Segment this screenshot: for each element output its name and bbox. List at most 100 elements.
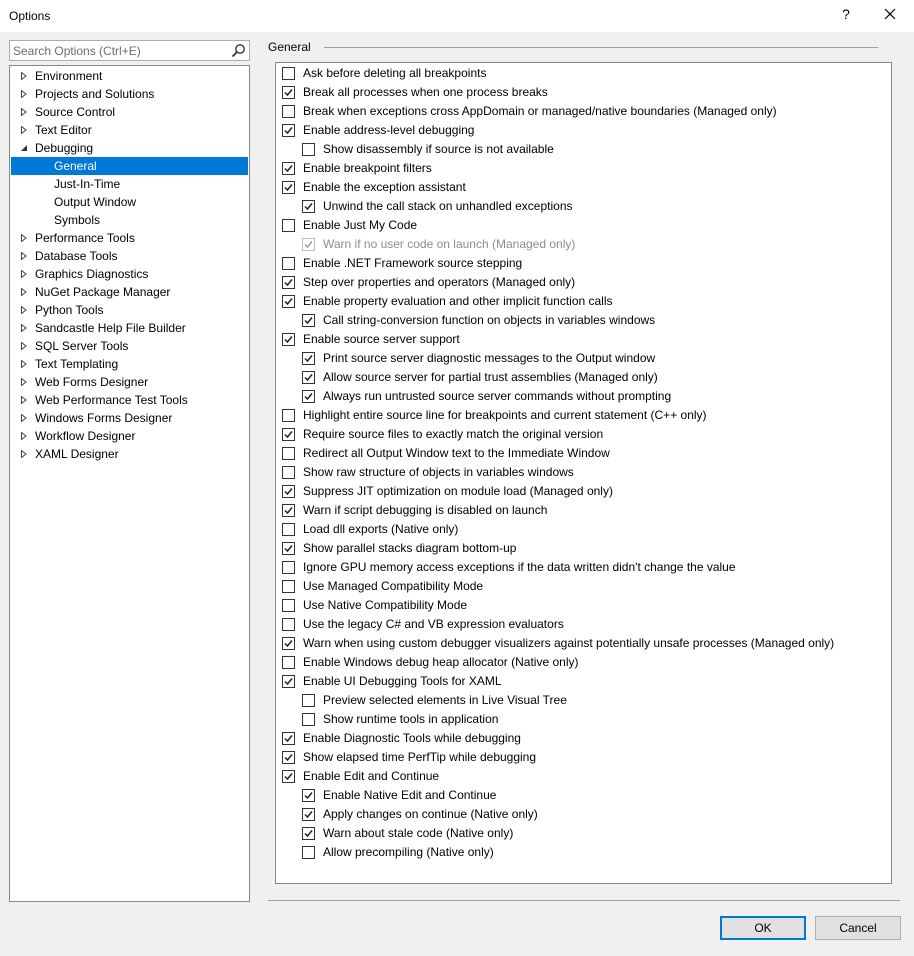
collapsed-arrow-icon[interactable]: [20, 324, 28, 332]
option-checkbox[interactable]: [282, 409, 295, 422]
option-checkbox[interactable]: [302, 827, 315, 840]
tree-item[interactable]: Graphics Diagnostics: [11, 265, 248, 283]
option-checkbox[interactable]: [282, 181, 295, 194]
option-checkbox[interactable]: [282, 105, 295, 118]
option-checkbox[interactable]: [302, 371, 315, 384]
collapsed-arrow-icon[interactable]: [20, 342, 28, 350]
collapsed-arrow-icon[interactable]: [20, 72, 28, 80]
tree-item[interactable]: Sandcastle Help File Builder: [11, 319, 248, 337]
option-checkbox[interactable]: [302, 143, 315, 156]
search-input[interactable]: [10, 41, 230, 60]
tree-item[interactable]: Text Templating: [11, 355, 248, 373]
option-checkbox[interactable]: [282, 257, 295, 270]
tree-item[interactable]: Database Tools: [11, 247, 248, 265]
option-checkbox[interactable]: [282, 162, 295, 175]
tree-item[interactable]: Windows Forms Designer: [11, 409, 248, 427]
option-checkbox[interactable]: [302, 390, 315, 403]
tree-item-label: Symbols: [54, 213, 101, 227]
option-checkbox[interactable]: [302, 694, 315, 707]
option-checkbox[interactable]: [302, 846, 315, 859]
collapsed-arrow-icon[interactable]: [20, 288, 28, 296]
checkmark-icon: [304, 317, 313, 325]
tree-item[interactable]: General: [11, 157, 248, 175]
option-checkbox[interactable]: [302, 808, 315, 821]
tree-item[interactable]: Text Editor: [11, 121, 248, 139]
option-checkbox[interactable]: [282, 732, 295, 745]
option-label: Enable the exception assistant: [303, 180, 466, 194]
option-checkbox[interactable]: [282, 124, 295, 137]
tree-item[interactable]: Debugging: [11, 139, 248, 157]
collapsed-arrow-icon[interactable]: [20, 450, 28, 458]
collapsed-arrow-icon[interactable]: [20, 396, 28, 404]
tree-item[interactable]: Workflow Designer: [11, 427, 248, 445]
ok-button[interactable]: OK: [720, 916, 806, 940]
option-checkbox[interactable]: [282, 675, 295, 688]
collapsed-arrow-icon[interactable]: [20, 108, 28, 116]
option-label: Highlight entire source line for breakpo…: [303, 408, 707, 422]
collapsed-arrow-icon[interactable]: [20, 414, 28, 422]
tree-item[interactable]: Web Performance Test Tools: [11, 391, 248, 409]
option-checkbox[interactable]: [302, 314, 315, 327]
section-divider: [324, 47, 878, 48]
option-label: Enable breakpoint filters: [303, 161, 432, 175]
option-checkbox[interactable]: [282, 599, 295, 612]
expanded-arrow-icon[interactable]: [20, 144, 28, 152]
tree-item[interactable]: Environment: [11, 67, 248, 85]
search-icon[interactable]: [231, 43, 246, 58]
option-checkbox[interactable]: [282, 618, 295, 631]
cancel-button[interactable]: Cancel: [815, 916, 901, 940]
tree-item[interactable]: Just-In-Time: [11, 175, 248, 193]
collapsed-arrow-icon[interactable]: [20, 234, 28, 242]
option-checkbox[interactable]: [282, 561, 295, 574]
option-checkbox[interactable]: [282, 447, 295, 460]
option-checkbox[interactable]: [282, 542, 295, 555]
option-checkbox[interactable]: [282, 523, 295, 536]
close-button[interactable]: [878, 4, 902, 26]
tree-item[interactable]: SQL Server Tools: [11, 337, 248, 355]
option-checkbox[interactable]: [282, 770, 295, 783]
option-checkbox[interactable]: [282, 656, 295, 669]
tree-item[interactable]: Python Tools: [11, 301, 248, 319]
collapsed-arrow-icon[interactable]: [20, 252, 28, 260]
tree-item[interactable]: Source Control: [11, 103, 248, 121]
option-checkbox[interactable]: [302, 200, 315, 213]
collapsed-arrow-icon[interactable]: [20, 126, 28, 134]
tree-item[interactable]: XAML Designer: [11, 445, 248, 463]
tree-item[interactable]: Symbols: [11, 211, 248, 229]
help-button[interactable]: ?: [838, 6, 854, 22]
option-checkbox[interactable]: [282, 637, 295, 650]
tree-item[interactable]: Performance Tools: [11, 229, 248, 247]
option-checkbox[interactable]: [282, 751, 295, 764]
option-label: Enable property evaluation and other imp…: [303, 294, 613, 308]
option-checkbox[interactable]: [282, 219, 295, 232]
option-checkbox[interactable]: [282, 333, 295, 346]
tree-item[interactable]: Projects and Solutions: [11, 85, 248, 103]
option-checkbox[interactable]: [282, 504, 295, 517]
option-checkbox[interactable]: [282, 580, 295, 593]
option-label: Show parallel stacks diagram bottom-up: [303, 541, 517, 555]
tree-item[interactable]: NuGet Package Manager: [11, 283, 248, 301]
option-checkbox[interactable]: [282, 428, 295, 441]
collapsed-arrow-icon[interactable]: [20, 360, 28, 368]
option-label: Enable Native Edit and Continue: [323, 788, 497, 802]
tree-item[interactable]: Output Window: [11, 193, 248, 211]
collapsed-arrow-icon[interactable]: [20, 90, 28, 98]
option-checkbox[interactable]: [302, 238, 315, 251]
collapsed-arrow-icon[interactable]: [20, 432, 28, 440]
option-checkbox[interactable]: [282, 485, 295, 498]
checkmark-icon: [304, 203, 313, 211]
option-label: Enable .NET Framework source stepping: [303, 256, 523, 270]
option-checkbox[interactable]: [302, 713, 315, 726]
collapsed-arrow-icon[interactable]: [20, 378, 28, 386]
option-checkbox[interactable]: [302, 352, 315, 365]
option-checkbox[interactable]: [282, 67, 295, 80]
option-label: Show elapsed time PerfTip while debuggin…: [303, 750, 537, 764]
collapsed-arrow-icon[interactable]: [20, 306, 28, 314]
collapsed-arrow-icon[interactable]: [20, 270, 28, 278]
option-checkbox[interactable]: [302, 789, 315, 802]
option-checkbox[interactable]: [282, 86, 295, 99]
option-checkbox[interactable]: [282, 295, 295, 308]
option-checkbox[interactable]: [282, 466, 295, 479]
tree-item[interactable]: Web Forms Designer: [11, 373, 248, 391]
option-checkbox[interactable]: [282, 276, 295, 289]
